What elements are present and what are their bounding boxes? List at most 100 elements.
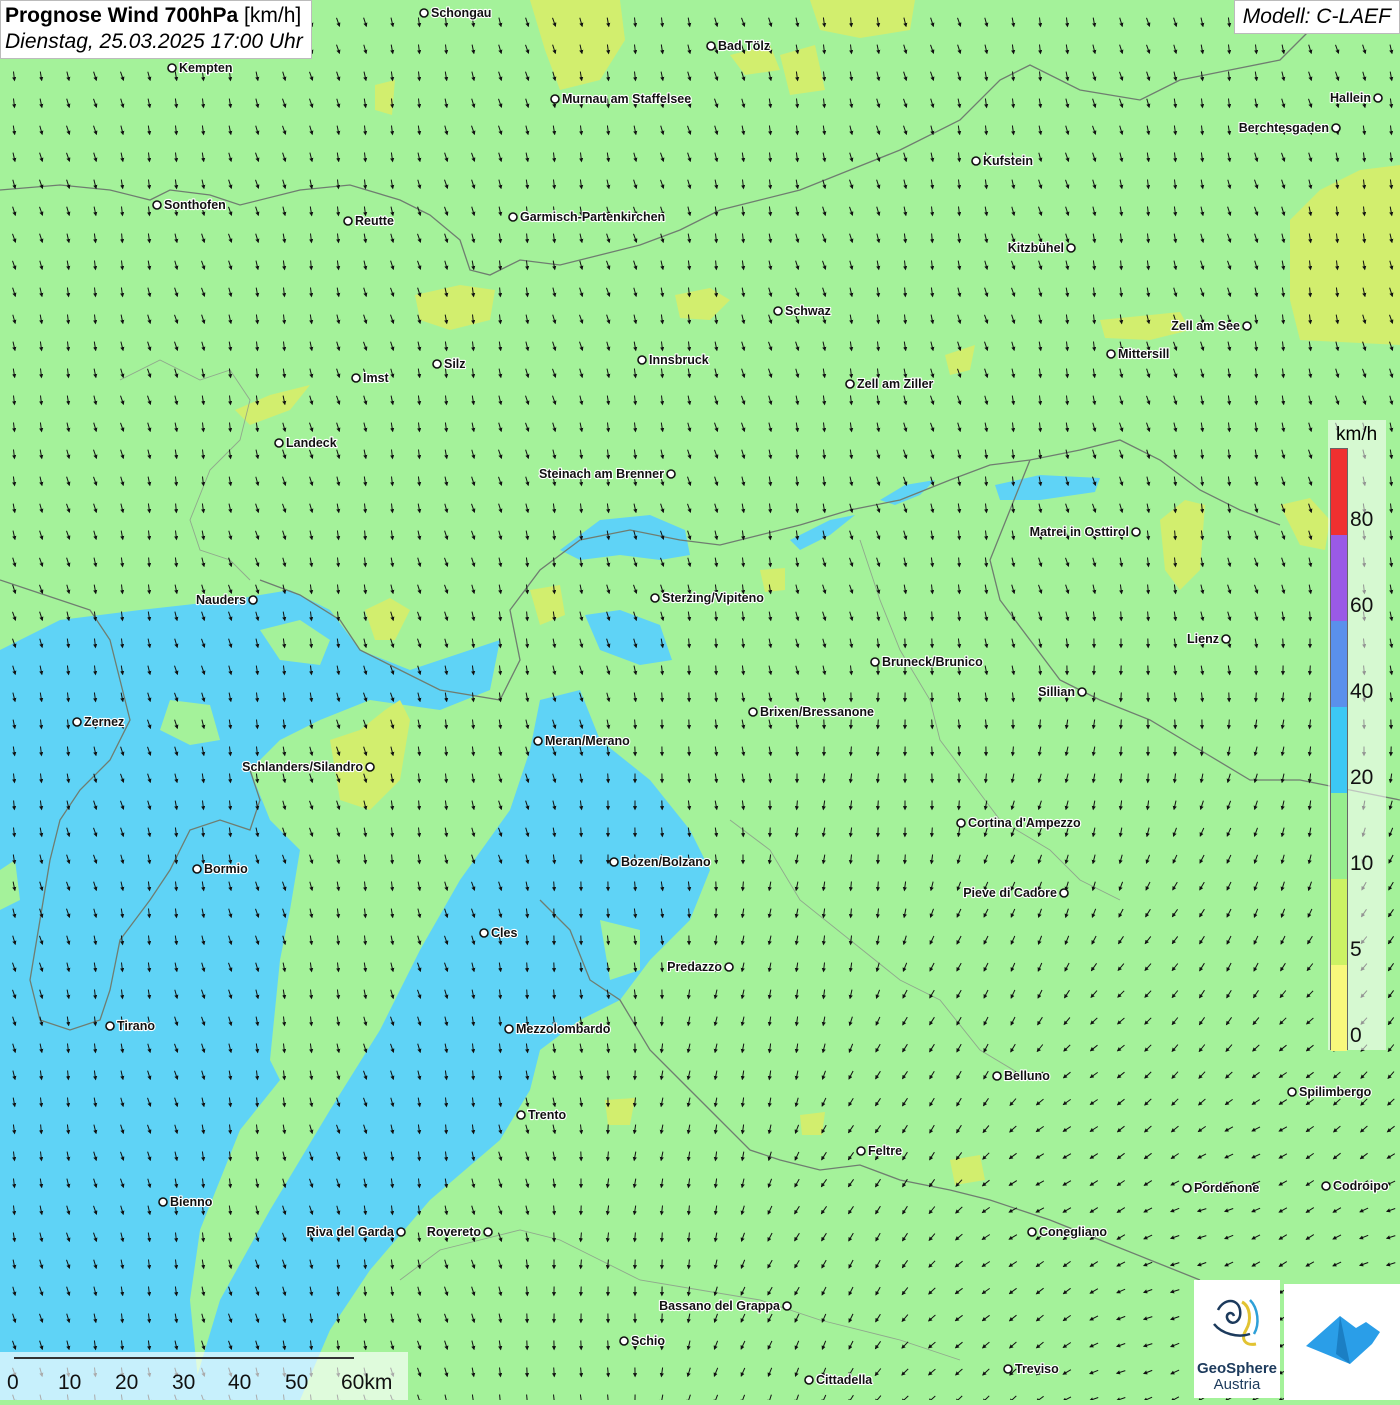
wind-arrow: [1121, 720, 1122, 729]
city-dot: [433, 360, 441, 368]
city-marker: Bassano del Grappa: [659, 1299, 791, 1313]
city-dot: [534, 737, 542, 745]
city-dot: [620, 1337, 628, 1345]
city-marker: Brixen/Bressanone: [749, 705, 874, 719]
city-dot: [707, 42, 715, 50]
city-dot: [1067, 244, 1075, 252]
city-marker: Sterzing/Vipiteno: [651, 591, 764, 605]
wind-arrow: [1283, 639, 1284, 648]
wind-map: SchongauKemptenBad TölzMurnau am Staffel…: [0, 0, 1400, 1400]
city-dot: [957, 819, 965, 827]
city-label: Conegliano: [1039, 1225, 1107, 1239]
city-dot: [1374, 94, 1382, 102]
city-label: Trento: [528, 1108, 567, 1122]
city-label: Spilimbergo: [1299, 1085, 1372, 1099]
city-label: Zell am See: [1171, 319, 1240, 333]
map-title: Prognose Wind 700hPa: [5, 4, 238, 27]
city-dot: [805, 1376, 813, 1384]
wind-arrow: [959, 801, 960, 810]
city-dot: [783, 1302, 791, 1310]
legend-tick-label: 5: [1350, 938, 1362, 962]
city-dot: [667, 470, 675, 478]
city-dot: [1183, 1184, 1191, 1192]
wind-arrow: [581, 828, 582, 837]
legend-color-segment: [1331, 965, 1347, 1051]
city-label: Schwaz: [785, 304, 831, 318]
city-label: Cortina d'Ampezzo: [968, 816, 1081, 830]
wind-arrow: [1121, 612, 1122, 621]
city-marker: Spilimbergo: [1288, 1085, 1372, 1099]
wind-arrow: [1148, 774, 1149, 783]
city-label: Matrei in Osttirol: [1030, 525, 1129, 539]
wind-arrow: [608, 1341, 609, 1350]
wind-arrow: [1121, 747, 1122, 756]
legend-tick-label: 40: [1350, 680, 1373, 704]
city-marker: Pordenone: [1183, 1181, 1259, 1195]
wind-arrow: [662, 963, 663, 972]
wind-arrow: [554, 1368, 555, 1377]
model-label: Modell: C-LAEF: [1234, 0, 1400, 34]
city-label: Rovereto: [427, 1225, 482, 1239]
legend-tick-label: 20: [1350, 766, 1373, 790]
city-label: Mezzolombardo: [516, 1022, 611, 1036]
city-label: Zell am Ziller: [857, 377, 934, 391]
city-marker: Garmisch-Partenkirchen: [509, 210, 665, 224]
city-dot: [352, 374, 360, 382]
scale-label: 10: [58, 1371, 81, 1395]
city-label: Pieve di Cadore: [963, 886, 1057, 900]
city-dot: [159, 1198, 167, 1206]
legend-color-segment: [1331, 535, 1347, 621]
city-dot: [1078, 688, 1086, 696]
legend-unit: km/h: [1336, 424, 1377, 446]
city-label: Silz: [444, 357, 466, 371]
city-label: Landeck: [286, 436, 337, 450]
city-marker: Codroipo: [1322, 1179, 1389, 1193]
city-dot: [610, 858, 618, 866]
city-dot: [1132, 528, 1140, 536]
city-dot: [871, 658, 879, 666]
city-marker: Meran/Merano: [534, 734, 630, 748]
city-label: Belluno: [1004, 1069, 1050, 1083]
city-dot: [651, 594, 659, 602]
legend-color-segment: [1331, 879, 1347, 965]
city-dot: [344, 217, 352, 225]
city-dot: [1322, 1182, 1330, 1190]
scale-label: 20: [115, 1371, 138, 1395]
city-label: Bienno: [170, 1195, 213, 1209]
wind-arrow: [662, 693, 663, 702]
city-label: Kufstein: [983, 154, 1033, 168]
wind-arrow: [1229, 720, 1230, 729]
city-label: Mittersill: [1118, 347, 1169, 361]
city-marker: Innsbruck: [638, 353, 709, 367]
city-label: Hallein: [1330, 91, 1371, 105]
wind-arrow: [1310, 666, 1311, 675]
legend-color-bar: [1330, 448, 1348, 1050]
city-dot: [1107, 350, 1115, 358]
map-title-unit: [km/h]: [244, 4, 301, 27]
city-marker: Berchtesgaden: [1239, 121, 1340, 135]
city-marker: Cortina d'Ampezzo: [957, 816, 1081, 830]
legend-color-segment: [1331, 707, 1347, 793]
city-marker: Zell am Ziller: [846, 377, 934, 391]
forecast-datetime: Dienstag, 25.03.2025 17:00 Uhr: [5, 30, 303, 54]
wind-arrow: [1121, 693, 1122, 702]
legend-tick-label: 60: [1350, 594, 1373, 618]
city-marker: Zell am See: [1171, 319, 1251, 333]
city-dot: [846, 380, 854, 388]
city-dot: [857, 1147, 865, 1155]
basemap-logo: [1284, 1284, 1400, 1400]
city-marker: Mezzolombardo: [505, 1022, 611, 1036]
city-label: Treviso: [1015, 1362, 1059, 1376]
city-label: Meran/Merano: [545, 734, 630, 748]
city-label: Schongau: [431, 6, 491, 20]
city-dot: [725, 963, 733, 971]
city-label: Brixen/Bressanone: [760, 705, 874, 719]
wind-arrow: [608, 774, 609, 783]
city-dot: [1222, 635, 1230, 643]
city-dot: [993, 1072, 1001, 1080]
city-dot: [509, 213, 517, 221]
wind-arrow: [932, 828, 933, 837]
wind-arrow: [1256, 693, 1257, 702]
city-label: Steinach am Brenner: [539, 467, 664, 481]
city-dot: [168, 64, 176, 72]
